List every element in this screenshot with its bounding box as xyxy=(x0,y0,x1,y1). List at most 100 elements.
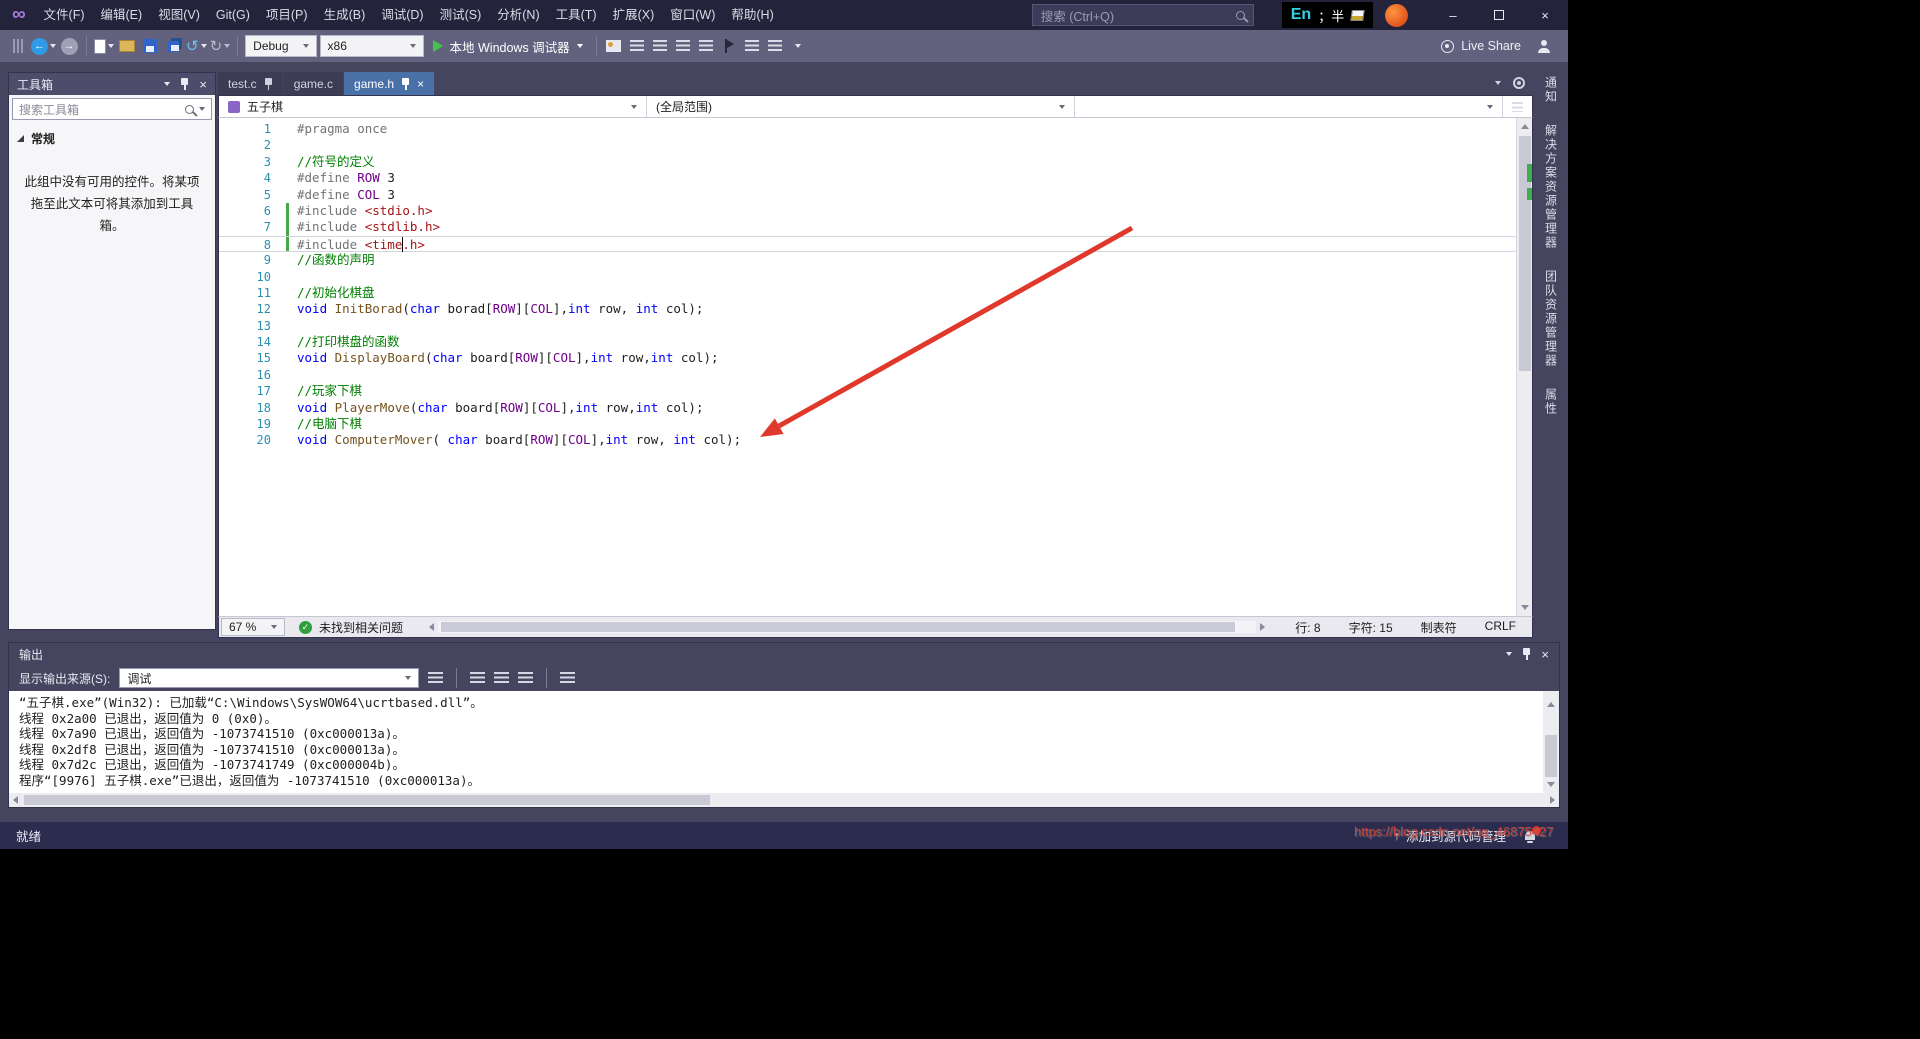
output-text[interactable]: “五子棋.exe”(Win32): 已加载“C:\Windows\SysWOW6… xyxy=(9,691,1543,793)
output-source-dropdown[interactable]: 调试 xyxy=(119,668,419,688)
menu-item-扩展(X)[interactable]: 扩展(X) xyxy=(605,0,663,30)
bookmark-button[interactable] xyxy=(719,34,739,58)
scrollbar-thumb[interactable] xyxy=(1545,735,1557,777)
scroll-left-icon[interactable] xyxy=(429,623,434,631)
goto-message-icon[interactable] xyxy=(428,672,443,685)
next-message-icon[interactable] xyxy=(494,672,509,685)
navigate-back-button[interactable]: ← xyxy=(31,34,56,58)
minimize-button[interactable]: – xyxy=(1430,0,1476,30)
chevron-down-icon[interactable] xyxy=(108,44,114,48)
side-tab-通知[interactable]: 通知 xyxy=(1543,76,1560,104)
menu-item-工具(T)[interactable]: 工具(T) xyxy=(548,0,605,30)
code-line-13[interactable]: 13 xyxy=(219,318,1516,334)
toolbox-section-general[interactable]: 常规 xyxy=(9,123,215,152)
pin-icon[interactable] xyxy=(180,78,189,90)
editor-vertical-scrollbar[interactable] xyxy=(1516,118,1532,616)
side-tab-团队资源管理器[interactable]: 团队资源管理器 xyxy=(1543,270,1560,368)
code-line-8[interactable]: 8#include <time.h> xyxy=(219,236,1516,252)
screenshot-button[interactable] xyxy=(604,34,624,58)
code-line-2[interactable]: 2 xyxy=(219,137,1516,153)
code-line-4[interactable]: 4#define ROW 3 xyxy=(219,170,1516,186)
menu-item-编辑(E)[interactable]: 编辑(E) xyxy=(93,0,151,30)
scrollbar-thumb[interactable] xyxy=(441,622,1235,632)
code-line-12[interactable]: 12void InitBorad(char borad[ROW][COL],in… xyxy=(219,301,1516,317)
live-share-button[interactable]: Live Share xyxy=(1441,39,1521,53)
code-line-18[interactable]: 18void PlayerMove(char board[ROW][COL],i… xyxy=(219,400,1516,416)
quick-search-box[interactable]: 搜索 (Ctrl+Q) xyxy=(1032,4,1254,26)
editor-horizontal-scrollbar[interactable] xyxy=(425,621,1269,633)
menu-item-视图(V)[interactable]: 视图(V) xyxy=(150,0,208,30)
code-line-3[interactable]: 3//符号的定义 xyxy=(219,154,1516,170)
close-tab-icon[interactable]: × xyxy=(417,77,424,91)
pin-icon[interactable] xyxy=(401,78,410,90)
scrollbar-thumb[interactable] xyxy=(24,795,710,805)
redo-button[interactable]: ↻ xyxy=(210,34,231,58)
toolbox-search-input[interactable]: 搜索工具箱 xyxy=(12,98,212,120)
code-line-5[interactable]: 5#define COL 3 xyxy=(219,187,1516,203)
window-position-chevron-icon[interactable] xyxy=(1506,652,1512,656)
comment-button[interactable] xyxy=(742,34,762,58)
chevron-down-icon[interactable] xyxy=(50,44,56,48)
menu-item-文件(F)[interactable]: 文件(F) xyxy=(36,0,93,30)
document-health-indicator[interactable]: ✓ 未找到相关问题 xyxy=(299,619,403,636)
scrollbar-track[interactable] xyxy=(438,621,1256,633)
code-line-17[interactable]: 17//玩家下棋 xyxy=(219,383,1516,399)
chevron-down-icon[interactable] xyxy=(201,44,207,48)
indent-increase-button[interactable] xyxy=(696,34,716,58)
code-line-9[interactable]: 9//函数的声明 xyxy=(219,252,1516,268)
menu-item-生成(B)[interactable]: 生成(B) xyxy=(316,0,374,30)
code-editor[interactable]: 1#pragma once23//符号的定义4#define ROW 35#de… xyxy=(219,118,1516,616)
code-line-20[interactable]: 20void ComputerMover( char board[ROW][CO… xyxy=(219,432,1516,448)
close-button[interactable]: × xyxy=(1522,0,1568,30)
prev-message-icon[interactable] xyxy=(470,672,485,685)
ime-status[interactable]: En ；半 xyxy=(1282,2,1373,28)
gear-icon[interactable] xyxy=(1513,77,1525,89)
code-line-14[interactable]: 14//打印棋盘的函数 xyxy=(219,334,1516,350)
scrollbar-track[interactable] xyxy=(22,794,1546,806)
code-line-16[interactable]: 16 xyxy=(219,367,1516,383)
code-line-7[interactable]: 7#include <stdlib.h> xyxy=(219,219,1516,235)
side-tab-解决方案资源管理器[interactable]: 解决方案资源管理器 xyxy=(1543,124,1560,250)
project-dropdown[interactable]: 五子棋 xyxy=(219,96,647,117)
save-all-button[interactable] xyxy=(163,34,183,58)
tab-game.h[interactable]: game.h× xyxy=(344,72,434,95)
solution-platforms-dropdown[interactable]: x86 xyxy=(320,35,424,57)
scroll-down-icon[interactable] xyxy=(1547,782,1555,787)
new-file-button[interactable] xyxy=(94,34,114,58)
pin-icon[interactable] xyxy=(264,78,273,90)
code-line-11[interactable]: 11//初始化棋盘 xyxy=(219,285,1516,301)
active-files-chevron-icon[interactable] xyxy=(1495,81,1501,85)
scroll-right-icon[interactable] xyxy=(1550,796,1555,804)
start-debugging-button[interactable]: 本地 Windows 调试器 xyxy=(427,37,589,56)
solution-explorer-button[interactable] xyxy=(627,34,647,58)
properties-window-button[interactable] xyxy=(650,34,670,58)
chevron-down-icon[interactable] xyxy=(224,44,230,48)
solution-configurations-dropdown[interactable]: Debug xyxy=(245,35,316,57)
close-icon[interactable]: × xyxy=(199,78,207,91)
scope-dropdown[interactable]: (全局范围) xyxy=(647,96,1075,117)
navigate-forward-button[interactable]: → xyxy=(59,34,79,58)
word-wrap-icon[interactable] xyxy=(560,672,575,685)
tab-game.c[interactable]: game.c xyxy=(284,72,343,95)
menu-item-Git(G)[interactable]: Git(G) xyxy=(208,0,258,30)
code-line-6[interactable]: 6#include <stdio.h> xyxy=(219,203,1516,219)
menu-item-项目(P)[interactable]: 项目(P) xyxy=(258,0,316,30)
menu-item-调试(D)[interactable]: 调试(D) xyxy=(373,0,431,30)
member-dropdown[interactable] xyxy=(1075,96,1503,117)
maximize-button[interactable] xyxy=(1476,0,1522,30)
indent-decrease-button[interactable] xyxy=(673,34,693,58)
undo-button[interactable]: ↺ xyxy=(186,34,207,58)
side-tab-属性[interactable]: 属性 xyxy=(1543,388,1560,416)
pin-icon[interactable] xyxy=(1522,648,1531,660)
save-button[interactable] xyxy=(140,34,160,58)
zoom-dropdown[interactable]: 67 % xyxy=(221,618,285,636)
output-title-bar[interactable]: 输出 × xyxy=(9,643,1559,665)
user-avatar[interactable] xyxy=(1385,4,1408,27)
menu-item-测试(S)[interactable]: 测试(S) xyxy=(432,0,490,30)
chevron-down-icon[interactable] xyxy=(577,44,583,48)
code-line-15[interactable]: 15void DisplayBoard(char board[ROW][COL]… xyxy=(219,350,1516,366)
close-icon[interactable]: × xyxy=(1541,648,1549,661)
toolbox-title-bar[interactable]: 工具箱 × xyxy=(9,73,215,95)
code-line-19[interactable]: 19//电脑下棋 xyxy=(219,416,1516,432)
scroll-right-icon[interactable] xyxy=(1260,623,1265,631)
